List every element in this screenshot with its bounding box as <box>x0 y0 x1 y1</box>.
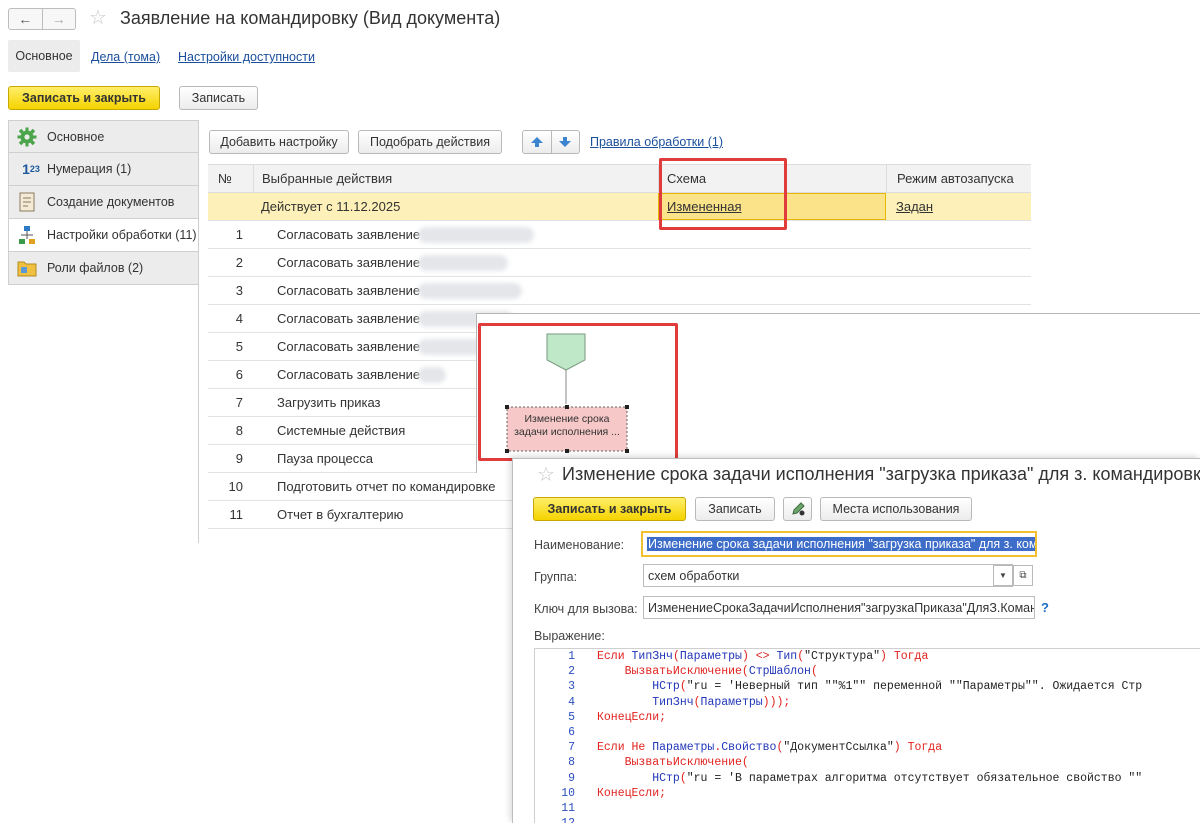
pencil-icon <box>791 502 805 516</box>
sidebar-item-main[interactable]: Основное <box>8 120 199 153</box>
code-line: 3 НСтр("ru = 'Неверный тип ""%1"" переме… <box>568 680 1143 694</box>
page-title: Заявление на командировку (Вид документа… <box>120 8 501 28</box>
table-row[interactable]: 2 Согласовать заявление <box>208 249 1031 277</box>
move-up-icon[interactable] <box>523 131 551 153</box>
group-open-button[interactable]: ⧉ <box>1013 565 1033 586</box>
redacted-text <box>418 227 534 243</box>
favorite-star-icon[interactable]: ☆ <box>89 8 107 28</box>
row-num: 5 <box>235 339 243 354</box>
row-num: 1 <box>235 227 243 242</box>
add-setting-button[interactable]: Добавить настройку <box>209 130 349 154</box>
back-icon[interactable]: ← <box>9 9 42 29</box>
numbering-icon: 123 <box>22 161 40 177</box>
save-and-close-button[interactable]: Записать и закрыть <box>533 497 686 521</box>
chevron-down-icon: ▼ <box>999 571 1007 580</box>
table-row[interactable]: 3 Согласовать заявление <box>208 277 1031 305</box>
group-field-value: схем обработки <box>648 568 740 583</box>
tab-main[interactable]: Основное <box>8 40 80 72</box>
redacted-text <box>418 367 446 383</box>
row-num: 9 <box>235 451 243 466</box>
name-label: Наименование: <box>534 538 625 552</box>
row-num: 4 <box>235 311 243 326</box>
expression-editor[interactable]: 1 Если ТипЗнч(Параметры) <> Тип("Структур… <box>534 648 1200 823</box>
move-buttons <box>522 130 580 154</box>
tab-access-settings[interactable]: Настройки доступности <box>178 50 315 64</box>
column-header-actions[interactable]: Выбранные действия <box>253 165 658 192</box>
save-button[interactable]: Записать <box>695 497 775 521</box>
redacted-text <box>418 283 522 299</box>
group-label: Группа: <box>534 570 578 584</box>
row-num: 3 <box>235 283 243 298</box>
sidebar-item-label: Нумерация (1) <box>47 162 132 176</box>
pick-actions-button[interactable]: Подобрать действия <box>358 130 502 154</box>
row-num: 10 <box>228 479 243 494</box>
sidebar-item-processing-settings[interactable]: Настройки обработки (11) <box>8 219 199 252</box>
sidebar-item-label: Создание документов <box>47 195 175 209</box>
help-icon[interactable]: ? <box>1041 600 1049 615</box>
code-line: 9 НСтр("ru = 'В параметрах алгоритма отс… <box>568 771 1143 785</box>
row-action: Действует с 11.12.2025 <box>261 199 401 214</box>
sidebar-item-file-roles[interactable]: Роли файлов (2) <box>8 252 199 285</box>
row-num: 2 <box>235 255 243 270</box>
column-header-num[interactable]: № <box>208 165 253 192</box>
folder-icon <box>17 258 37 278</box>
redacted-text <box>418 255 508 271</box>
move-down-icon[interactable] <box>550 131 580 153</box>
sidebar-divider <box>198 120 199 543</box>
sidebar-item-label: Основное <box>47 129 105 144</box>
highlight-schema-block-frame <box>478 323 678 461</box>
key-label: Ключ для вызова: <box>534 602 638 616</box>
processing-rules-link[interactable]: Правила обработки (1) <box>590 135 723 149</box>
highlight-schema-frame <box>659 158 787 230</box>
key-field[interactable]: ИзменениеСрокаЗадачиИсполнения"загрузкаП… <box>643 596 1035 619</box>
navigation-buttons: ← → <box>8 8 76 30</box>
code-line: 8 ВызватьИсключение( <box>568 756 749 770</box>
row-num: 8 <box>235 423 243 438</box>
row-num: 7 <box>235 395 243 410</box>
group-dropdown-button[interactable]: ▼ <box>993 565 1013 586</box>
window-title: Изменение срока задачи исполнения "загру… <box>562 464 1200 484</box>
table-header: № Выбранные действия Схема Режим автозап… <box>208 164 1031 193</box>
document-icon <box>17 192 37 212</box>
sidebar: Основное 123 Нумерация (1) Создание доку… <box>8 120 199 285</box>
group-field[interactable]: схем обработки <box>643 564 1013 587</box>
usage-places-button[interactable]: Места использования <box>820 497 972 521</box>
open-icon: ⧉ <box>1019 570 1027 581</box>
key-field-value: ИзменениеСрокаЗадачиИсполнения"загрузкаП… <box>648 600 1035 615</box>
row-num <box>208 193 253 220</box>
expression-label: Выражение: <box>534 629 605 643</box>
sidebar-item-label: Настройки обработки (11) <box>47 228 197 242</box>
column-header-mode[interactable]: Режим автозапуска <box>886 165 1031 192</box>
table-row-selected[interactable]: Действует с 11.12.2025 Измененная Задан <box>208 193 1031 221</box>
edit-button[interactable] <box>783 497 812 521</box>
code-line: 5 КонецЕсли; <box>568 710 667 724</box>
code-line: 2 ВызватьИсключение(СтрШаблон( <box>568 665 818 679</box>
code-line: 11 <box>561 801 575 815</box>
favorite-star-icon[interactable]: ☆ <box>537 465 555 485</box>
table-row[interactable]: 1 Согласовать заявление <box>208 221 1031 249</box>
code-line: 10 КонецЕсли; <box>561 786 667 800</box>
code-line: 7 Если Не Параметры.Свойство("ДокументСсы… <box>568 741 943 755</box>
forward-icon[interactable]: → <box>41 9 76 29</box>
process-icon <box>17 225 37 245</box>
sidebar-item-numbering[interactable]: 123 Нумерация (1) <box>8 153 199 186</box>
name-field[interactable]: Изменение срока задачи исполнения "загру… <box>641 531 1037 557</box>
mode-cell[interactable]: Задан <box>886 193 1031 220</box>
code-line: 1 Если ТипЗнч(Параметры) <> Тип("Структур… <box>568 650 929 663</box>
mode-link[interactable]: Задан <box>896 199 933 214</box>
code-line: 12 <box>535 816 1200 823</box>
save-and-close-button[interactable]: Записать и закрыть <box>8 86 160 110</box>
sidebar-item-label: Роли файлов (2) <box>47 261 144 275</box>
code-line: 4 ТипЗнч(Параметры))); <box>568 695 791 709</box>
tab-cases[interactable]: Дела (тома) <box>91 50 160 64</box>
row-num: 11 <box>229 507 244 522</box>
name-field-value: Изменение срока задачи исполнения "загру… <box>647 537 1037 551</box>
row-num: 6 <box>235 367 243 382</box>
sidebar-item-documents[interactable]: Создание документов <box>8 186 199 219</box>
gear-icon <box>17 127 37 147</box>
code-line: 6 <box>568 725 575 739</box>
save-button[interactable]: Записать <box>179 86 258 110</box>
